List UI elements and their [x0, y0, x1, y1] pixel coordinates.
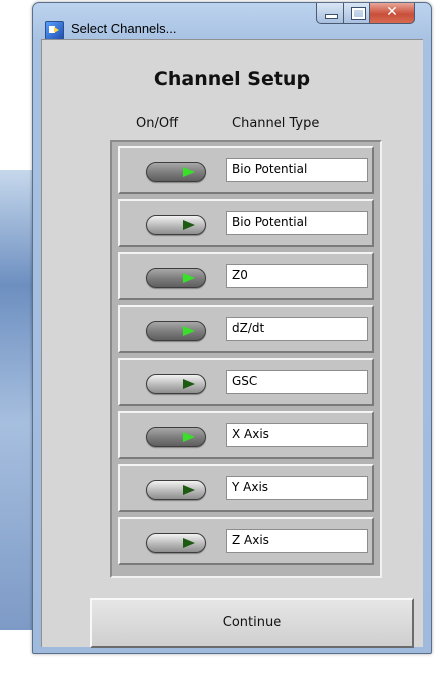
- dialog-window: Select Channels... ✕ Channel Setup On/Of…: [32, 2, 432, 654]
- channel-toggle[interactable]: [146, 374, 206, 394]
- channel-row: Bio Potential: [118, 199, 374, 247]
- channel-row: Z0: [118, 252, 374, 300]
- channel-type-field[interactable]: Y Axis: [226, 476, 368, 500]
- dialog-client-area: Channel Setup On/Off Channel Type Bio Po…: [41, 39, 423, 648]
- channel-toggle[interactable]: [146, 533, 206, 553]
- channel-toggle[interactable]: [146, 162, 206, 182]
- close-icon: ✕: [386, 4, 398, 20]
- led-indicator-icon: [183, 538, 195, 548]
- maximize-button[interactable]: [343, 3, 370, 24]
- led-indicator-icon: [183, 167, 195, 177]
- channel-type-field[interactable]: GSC: [226, 370, 368, 394]
- led-indicator-icon: [183, 379, 195, 389]
- channel-type-field[interactable]: Bio Potential: [226, 158, 368, 182]
- channel-panel: Bio Potential Bio Potential Z0 dZ/dt GSC…: [110, 140, 382, 578]
- channel-row: Bio Potential: [118, 146, 374, 194]
- page-title: Channel Setup: [153, 68, 311, 90]
- minimize-icon: [325, 14, 338, 19]
- led-indicator-icon: [183, 432, 195, 442]
- channel-row: X Axis: [118, 411, 374, 459]
- channel-toggle[interactable]: [146, 427, 206, 447]
- column-header-channel-type: Channel Type: [232, 116, 320, 131]
- channel-row: GSC: [118, 358, 374, 406]
- channel-type-field[interactable]: Bio Potential: [226, 211, 368, 235]
- channel-type-field[interactable]: dZ/dt: [226, 317, 368, 341]
- maximize-icon: [351, 7, 366, 20]
- continue-button[interactable]: Continue: [90, 598, 414, 648]
- window-title: Select Channels...: [71, 21, 177, 36]
- led-indicator-icon: [183, 273, 195, 283]
- close-button[interactable]: ✕: [369, 3, 415, 24]
- channel-row: Y Axis: [118, 464, 374, 512]
- channel-type-field[interactable]: X Axis: [226, 423, 368, 447]
- channel-row: dZ/dt: [118, 305, 374, 353]
- minimize-button[interactable]: [316, 3, 344, 24]
- title-bar[interactable]: Select Channels... ✕: [33, 3, 431, 40]
- channel-row: Z Axis: [118, 517, 374, 565]
- led-indicator-icon: [183, 485, 195, 495]
- channel-toggle[interactable]: [146, 480, 206, 500]
- column-header-onoff: On/Off: [136, 116, 179, 131]
- led-indicator-icon: [183, 220, 195, 230]
- led-indicator-icon: [183, 326, 195, 336]
- app-icon: [45, 21, 64, 40]
- channel-toggle[interactable]: [146, 215, 206, 235]
- channel-type-field[interactable]: Z0: [226, 264, 368, 288]
- channel-toggle[interactable]: [146, 321, 206, 341]
- channel-type-field[interactable]: Z Axis: [226, 529, 368, 553]
- channel-toggle[interactable]: [146, 268, 206, 288]
